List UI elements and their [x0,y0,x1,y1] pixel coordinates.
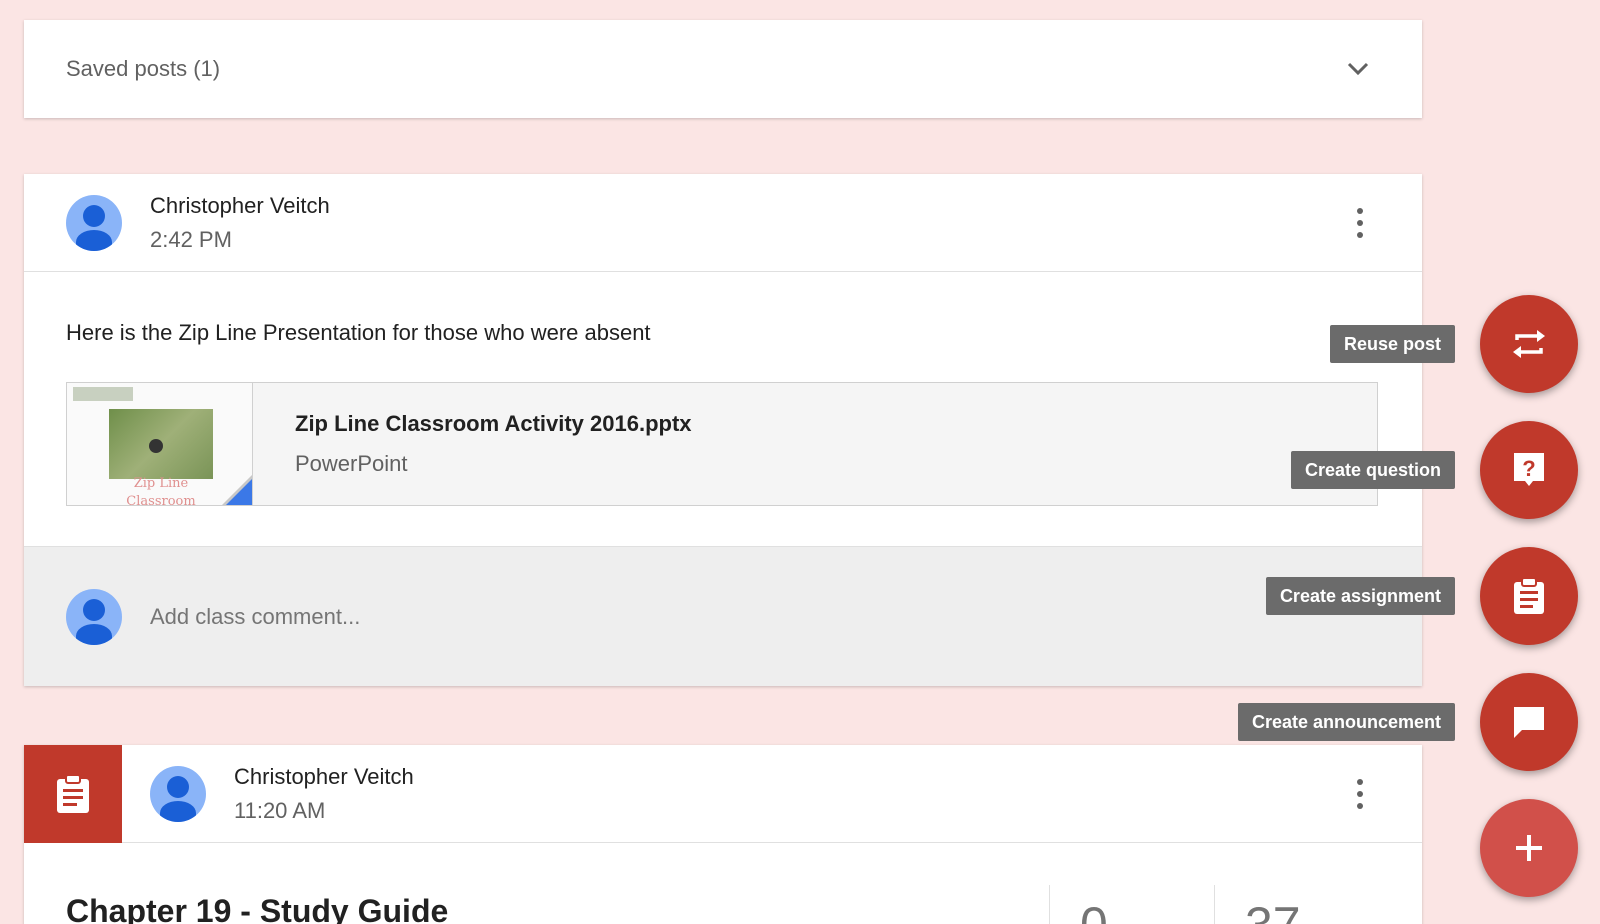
logo-icon [73,387,133,401]
post-time: 11:20 AM [234,797,326,823]
author-name: Christopher Veitch [234,763,414,789]
reuse-post-button[interactable] [1480,295,1578,393]
post-time: 2:42 PM [150,226,232,252]
avatar-icon [66,194,122,251]
comment-icon [1514,707,1544,738]
more-vert-icon[interactable] [1348,208,1372,238]
svg-text:?: ? [1522,456,1535,481]
comment-input[interactable] [150,603,750,630]
assignment-icon [24,744,122,843]
chevron-down-icon[interactable] [1344,55,1372,83]
assigned-count[interactable]: 37 [1214,885,1301,924]
attachment-thumbnail: Zip Line Classroom Activity [67,383,253,505]
reuse-post-tooltip: Reuse post [1329,325,1455,363]
question-icon: ? [1514,453,1544,486]
attachment-type: PowerPoint [295,451,408,476]
post-card: Christopher Veitch 2:42 PM Here is the Z… [24,174,1422,686]
assignment-icon [1514,577,1544,614]
add-icon [1516,835,1542,861]
more-vert-icon[interactable] [1348,779,1372,809]
create-assignment-button[interactable] [1480,547,1578,645]
author-name: Christopher Veitch [150,192,330,218]
attachment-title: Zip Line Classroom Activity 2016.pptx [295,411,692,436]
create-assignment-tooltip: Create assignment [1265,577,1455,615]
post-header: Christopher Veitch 2:42 PM [24,174,1422,272]
post-text: Here is the Zip Line Presentation for th… [66,320,651,345]
create-question-tooltip: Create question [1290,451,1455,489]
assignment-header: Christopher Veitch 11:20 AM [24,744,1422,843]
attachment-card[interactable]: Zip Line Classroom Activity Zip Line Cla… [66,382,1378,506]
assignment-title[interactable]: Chapter 19 - Study Guide [66,893,448,924]
assignment-card: Christopher Veitch 11:20 AM Chapter 19 -… [24,744,1422,924]
slides-badge-icon [222,475,252,505]
saved-posts-label: Saved posts (1) [66,56,221,81]
turned-in-count[interactable]: 0 [1049,885,1108,924]
create-announcement-tooltip: Create announcement [1237,703,1455,741]
create-question-button[interactable]: ? [1480,421,1578,519]
create-announcement-button[interactable] [1480,673,1578,771]
comment-bar [24,546,1422,686]
slide-photo [109,409,213,479]
saved-posts-card[interactable]: Saved posts (1) [24,20,1422,118]
add-button[interactable] [1480,799,1578,897]
avatar-icon [66,588,122,645]
avatar-icon [150,765,206,822]
repeat-icon [1513,330,1545,358]
